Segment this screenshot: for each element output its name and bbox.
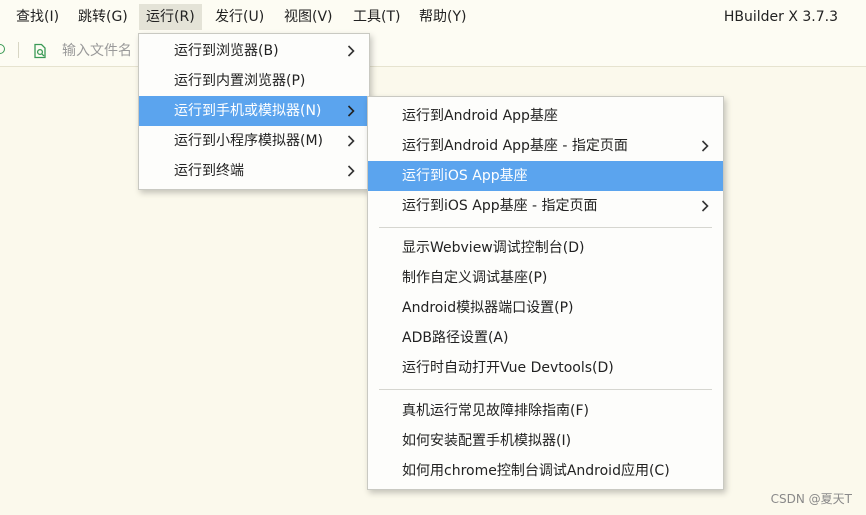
run-to-browser-label: 运行到浏览器(B)	[174, 43, 279, 59]
app-title: HBuilder X 3.7.3	[723, 9, 838, 25]
menu-tools[interactable]: 工具(T)	[346, 4, 407, 30]
show-webview-console-item[interactable]: 显示Webview调试控制台(D)	[368, 233, 723, 263]
troubleshooting-guide-label: 真机运行常见故障排除指南(F)	[402, 403, 589, 419]
run-to-builtin-browser-label: 运行到内置浏览器(P)	[174, 73, 306, 89]
auto-open-vue-devtools-item[interactable]: 运行时自动打开Vue Devtools(D)	[368, 353, 723, 383]
run-android-base-item[interactable]: 运行到Android App基座	[368, 101, 723, 131]
run-ios-base-page-label: 运行到iOS App基座 - 指定页面	[402, 198, 598, 214]
toolbar	[0, 34, 866, 67]
chevron-right-icon	[345, 36, 357, 66]
android-emulator-port-label: Android模拟器端口设置(P)	[402, 300, 574, 316]
run-to-miniprogram-item[interactable]: 运行到小程序模拟器(M)	[139, 126, 369, 156]
make-custom-base-item[interactable]: 制作自定义调试基座(P)	[368, 263, 723, 293]
chevron-right-icon	[345, 96, 357, 126]
adb-path-label: ADB路径设置(A)	[402, 330, 509, 346]
run-to-device-item[interactable]: 运行到手机或模拟器(N)	[139, 96, 369, 126]
install-emulator-guide-item[interactable]: 如何安装配置手机模拟器(I)	[368, 426, 723, 456]
run-status-icon[interactable]	[0, 44, 5, 54]
file-search-icon[interactable]	[32, 43, 48, 59]
chevron-right-icon	[345, 156, 357, 186]
run-menu: 运行到浏览器(B) 运行到内置浏览器(P) 运行到手机或模拟器(N) 运行到小程…	[138, 33, 370, 190]
run-to-terminal-item[interactable]: 运行到终端	[139, 156, 369, 186]
run-to-terminal-label: 运行到终端	[174, 163, 244, 179]
run-to-builtin-browser-item[interactable]: 运行到内置浏览器(P)	[139, 66, 369, 96]
toolbar-divider	[18, 42, 19, 58]
run-android-base-label: 运行到Android App基座	[402, 108, 558, 124]
menu-divider	[379, 227, 712, 228]
android-emulator-port-item[interactable]: Android模拟器端口设置(P)	[368, 293, 723, 323]
run-ios-base-item[interactable]: 运行到iOS App基座	[368, 161, 723, 191]
menu-find[interactable]: 查找(I)	[9, 4, 66, 30]
menu-bar: 查找(I) 跳转(G) 运行(R) 发行(U) 视图(V) 工具(T) 帮助(Y…	[0, 0, 866, 34]
show-webview-console-label: 显示Webview调试控制台(D)	[402, 240, 585, 256]
run-android-base-page-label: 运行到Android App基座 - 指定页面	[402, 138, 628, 154]
watermark: CSDN @夏天T	[770, 492, 852, 506]
run-ios-base-page-item[interactable]: 运行到iOS App基座 - 指定页面	[368, 191, 723, 221]
menu-view[interactable]: 视图(V)	[277, 4, 340, 30]
menu-divider	[379, 389, 712, 390]
run-ios-base-label: 运行到iOS App基座	[402, 168, 528, 184]
troubleshooting-guide-item[interactable]: 真机运行常见故障排除指南(F)	[368, 396, 723, 426]
menu-help[interactable]: 帮助(Y)	[412, 4, 473, 30]
chrome-debug-guide-label: 如何用chrome控制台调试Android应用(C)	[402, 463, 670, 479]
menu-run[interactable]: 运行(R)	[139, 4, 202, 30]
chrome-debug-guide-item[interactable]: 如何用chrome控制台调试Android应用(C)	[368, 456, 723, 486]
chevron-right-icon	[699, 131, 711, 161]
menu-goto[interactable]: 跳转(G)	[71, 4, 135, 30]
run-to-device-label: 运行到手机或模拟器(N)	[174, 103, 322, 119]
menu-publish[interactable]: 发行(U)	[208, 4, 271, 30]
adb-path-item[interactable]: ADB路径设置(A)	[368, 323, 723, 353]
chevron-right-icon	[699, 191, 711, 221]
auto-open-vue-devtools-label: 运行时自动打开Vue Devtools(D)	[402, 360, 614, 376]
run-android-base-page-item[interactable]: 运行到Android App基座 - 指定页面	[368, 131, 723, 161]
install-emulator-guide-label: 如何安装配置手机模拟器(I)	[402, 433, 572, 449]
chevron-right-icon	[345, 126, 357, 156]
device-submenu: 运行到Android App基座 运行到Android App基座 - 指定页面…	[367, 96, 724, 490]
run-to-miniprogram-label: 运行到小程序模拟器(M)	[174, 133, 324, 149]
run-to-browser-item[interactable]: 运行到浏览器(B)	[139, 36, 369, 66]
make-custom-base-label: 制作自定义调试基座(P)	[402, 270, 548, 286]
